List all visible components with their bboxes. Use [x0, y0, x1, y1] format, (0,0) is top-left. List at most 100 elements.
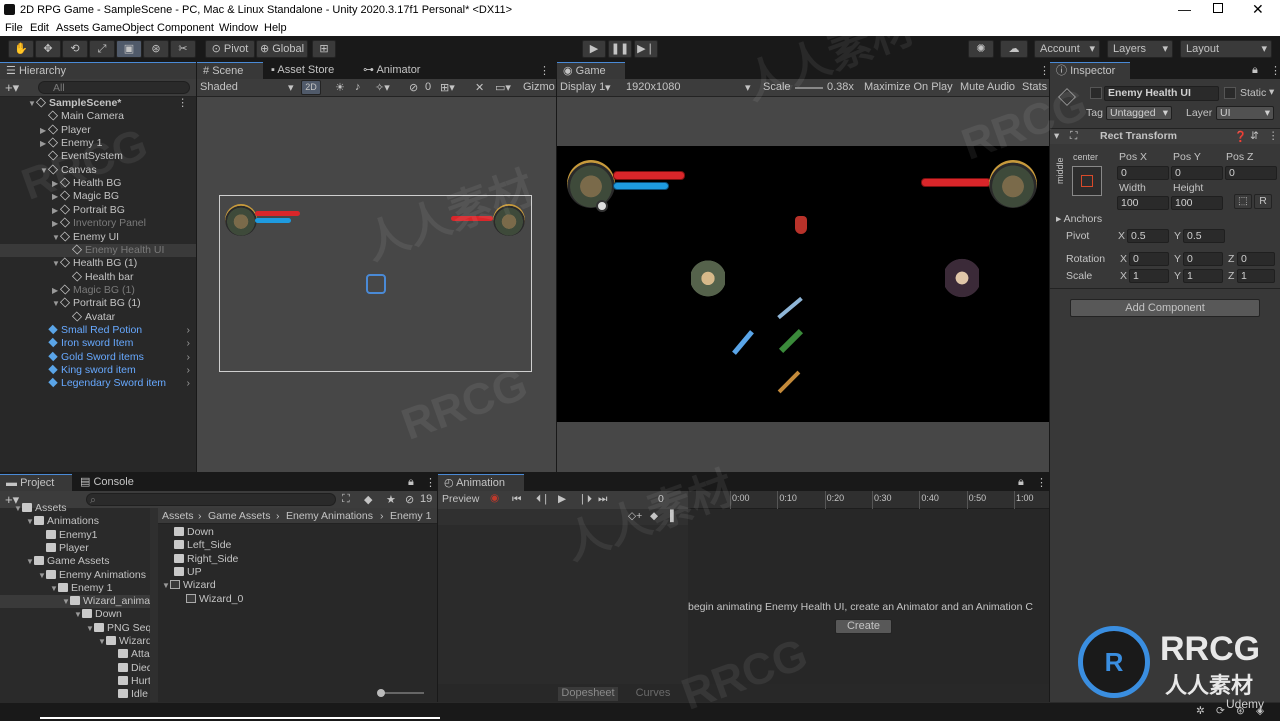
project-tree-item[interactable]: ▼ Enemy 1 [0, 582, 150, 595]
filter-label-icon[interactable]: ◆ [364, 493, 372, 506]
hierarchy-item[interactable]: Iron sword Item › [0, 337, 196, 350]
foldout-arrow-icon[interactable]: ▼ [40, 164, 48, 177]
step-button[interactable]: ▶❘ [634, 40, 658, 58]
hierarchy-item[interactable]: Legendary Sword item › [0, 377, 196, 390]
foldout-arrow-icon[interactable]: ▼ [162, 579, 170, 592]
project-tree-item[interactable]: ▼ PNG Sequ [0, 622, 157, 635]
hierarchy-item[interactable]: ▶ Magic BG [0, 190, 196, 203]
preset-icon[interactable]: ⇵ [1250, 130, 1259, 142]
foldout-arrow-icon[interactable]: ▼ [74, 608, 82, 621]
static-checkbox[interactable] [1224, 87, 1236, 99]
foldout-arrow-icon[interactable]: ▼ [86, 622, 94, 635]
hierarchy-item[interactable]: ▼ SampleScene* ⋮ [0, 97, 196, 110]
project-file-item[interactable]: Right_Side [158, 553, 238, 566]
foldout-arrow-icon[interactable]: ▼ [62, 595, 70, 608]
create-animation-button[interactable]: Create [835, 619, 892, 634]
hierarchy-item[interactable]: Enemy Health UI [0, 243, 196, 257]
first-key-icon[interactable]: ⏮ [512, 493, 521, 506]
maximize-on-play-toggle[interactable]: Maximize On Play [864, 81, 953, 93]
minimize-icon[interactable]: — [1178, 2, 1191, 17]
pivot-x-field[interactable]: 0.5 [1127, 229, 1169, 243]
project-tree-item[interactable]: ▼ Down [0, 608, 150, 621]
preview-toggle[interactable]: Preview [442, 493, 479, 505]
hierarchy-item[interactable]: ▶ Magic BG (1) [0, 284, 196, 297]
foldout-arrow-icon[interactable]: ▶ [52, 177, 60, 190]
foldout-arrow-icon[interactable]: ▶ [52, 190, 60, 203]
project-tree-item[interactable]: Attac [0, 648, 155, 661]
foldout-arrow-icon[interactable]: ▶ [52, 284, 60, 297]
more-menu-icon[interactable]: ⋮ [539, 64, 550, 77]
project-tree-item[interactable]: Hurt [0, 675, 151, 688]
lock-icon[interactable]: 🔒︎ [1018, 476, 1024, 489]
rect-transform-header[interactable]: ▾ ⛶ Rect Transform ❓ ⇵ ⋮ [1050, 128, 1280, 144]
tab-asset-store[interactable]: ▪ Asset Store [265, 62, 340, 79]
scale-x-field[interactable]: 1 [1129, 269, 1169, 283]
cloud-button[interactable]: ☁ [1000, 40, 1028, 58]
record-icon[interactable]: ◉ [490, 492, 499, 504]
hierarchy-item[interactable]: Avatar [0, 311, 196, 324]
dopesheet-tab[interactable]: Dopesheet [558, 687, 618, 701]
project-tree-item[interactable]: ▼ Game Assets [0, 555, 150, 568]
foldout-arrow-icon[interactable]: ▶ [52, 204, 60, 217]
rotation-z-field[interactable]: 0 [1237, 252, 1275, 266]
project-tree-item[interactable]: ▼ Wizard_animati [0, 595, 155, 609]
hierarchy-item[interactable]: ▶ Health BG [0, 177, 196, 190]
filter-type-icon[interactable]: ⛶ [342, 493, 350, 506]
foldout-arrow-icon[interactable]: ▼ [28, 97, 36, 110]
layout-dropdown[interactable]: Layout ▾ [1180, 40, 1272, 58]
pos-y-field[interactable]: 0 [1171, 166, 1223, 180]
next-key-icon[interactable]: ❘⏵ [578, 493, 592, 506]
prev-key-icon[interactable]: ⏴❘ [536, 493, 550, 506]
audio-icon[interactable]: ♪ [355, 81, 361, 93]
hierarchy-item[interactable]: ▼ Canvas [0, 164, 196, 177]
project-tree-item[interactable]: Player [0, 542, 150, 555]
close-icon[interactable]: ✕ [1252, 1, 1264, 18]
hierarchy-search-input[interactable]: All [38, 81, 190, 94]
project-tree-item[interactable]: ▼ Animations [0, 515, 150, 528]
mute-audio-toggle[interactable]: Mute Audio [960, 81, 1015, 93]
breadcrumb-game-assets[interactable]: Game Assets [208, 510, 270, 522]
add-component-button[interactable]: Add Component [1070, 299, 1260, 317]
project-file-item[interactable]: Left_Side [158, 539, 231, 552]
menu-window[interactable]: Window [219, 22, 258, 34]
more-menu-icon[interactable]: ⋮ [1270, 64, 1280, 77]
hierarchy-item[interactable]: Health bar [0, 271, 196, 284]
rotate-tool-button[interactable]: ⟲ [62, 40, 88, 58]
hierarchy-item[interactable]: King sword item › [0, 364, 196, 377]
tools-icon[interactable]: ✕ [475, 81, 484, 94]
active-checkbox[interactable] [1090, 87, 1102, 99]
create-plus-button[interactable]: +▾ [5, 80, 19, 96]
foldout-arrow-icon[interactable]: ▼ [52, 231, 60, 244]
hierarchy-item[interactable]: Small Red Potion › [0, 324, 196, 337]
global-toggle[interactable]: ⊕ Global [256, 40, 308, 58]
breadcrumb-enemy-1[interactable]: Enemy 1 [390, 510, 431, 522]
foldout-arrow-icon[interactable]: ▼ [98, 635, 106, 648]
rotation-y-field[interactable]: 0 [1183, 252, 1223, 266]
pos-x-field[interactable]: 0 [1117, 166, 1169, 180]
icon-size-slider[interactable] [380, 692, 424, 694]
static-chevron-down-icon[interactable]: ▾ [1269, 86, 1274, 98]
project-tree-item[interactable]: Enemy1 [0, 529, 150, 542]
favorite-star-icon[interactable]: ★ [386, 493, 396, 506]
help-icon[interactable]: ❓ [1234, 130, 1247, 143]
more-menu-icon[interactable]: ⋮ [1039, 64, 1049, 77]
custom-tool-button[interactable]: ✂ [170, 40, 196, 58]
pivot-toggle[interactable]: ⊙ Pivot [205, 40, 255, 58]
frame-field[interactable]: 0 [658, 493, 664, 505]
hierarchy-item[interactable]: ▶ Player [0, 124, 196, 137]
hierarchy-item[interactable]: ▼ Health BG (1) [0, 257, 196, 270]
rotation-x-field[interactable]: 0 [1129, 252, 1169, 266]
last-key-icon[interactable]: ⏭ [598, 493, 607, 506]
move-tool-button[interactable]: ✥ [35, 40, 61, 58]
anchors-foldout[interactable]: ▸ Anchors [1056, 213, 1102, 225]
hierarchy-item[interactable]: Main Camera [0, 110, 196, 123]
rect-tool-button[interactable]: ▣ [116, 40, 142, 58]
pos-z-field[interactable]: 0 [1225, 166, 1277, 180]
blueprint-mode-button[interactable]: ⬚ [1234, 194, 1252, 209]
anchor-preset-button[interactable] [1072, 166, 1102, 196]
foldout-arrow-icon[interactable]: ▼ [26, 555, 34, 568]
tab-animator[interactable]: ⊶ Animator [357, 62, 426, 79]
foldout-arrow-icon[interactable]: ▶ [40, 124, 48, 137]
breadcrumb-assets[interactable]: Assets [162, 510, 194, 522]
breadcrumb-enemy-animations[interactable]: Enemy Animations [286, 510, 373, 522]
